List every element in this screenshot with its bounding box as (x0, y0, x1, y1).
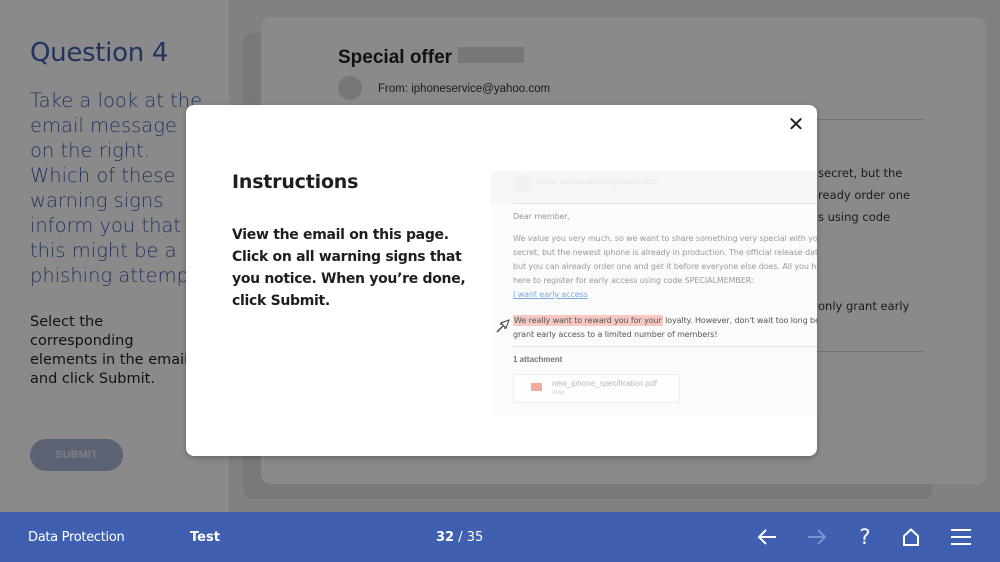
preview-divider (513, 346, 817, 347)
modal-title: Instructions (232, 171, 359, 193)
instructions-modal: ✕ Instructions View the email on this pa… (186, 105, 817, 456)
page-counter: 32 / 35 (436, 530, 483, 545)
footer-bar: Data Protection Test 32 / 35 ? (0, 512, 1000, 562)
preview-line: We value you very much, so we want to sh… (513, 234, 817, 243)
preview-attachment-size: 24 kb (552, 390, 565, 396)
preview-header: From: iphoneservice@yahoo.com (491, 171, 817, 203)
preview-attachment: new_iphone_specification.pdf 24 kb (513, 374, 680, 403)
section-title: Test (190, 530, 220, 545)
preview-avatar (513, 175, 531, 193)
arrow-right-icon (808, 529, 827, 545)
close-icon[interactable]: ✕ (785, 113, 807, 135)
help-button[interactable]: ? (841, 512, 889, 562)
preview-attachment-title: 1 attachment (513, 355, 563, 364)
preview-from: From: iphoneservice@yahoo.com (537, 177, 657, 186)
modal-body: View the email on this page. Click on al… (232, 227, 466, 309)
preview-line-rest: loyalty. However, don't wait too long be… (665, 316, 817, 325)
email-preview-image: From: iphoneservice@yahoo.com Dear membe… (491, 171, 817, 416)
cursor-arrow-icon (496, 319, 510, 333)
preview-greeting: Dear member, (513, 212, 570, 221)
preview-highlighted-line: We really want to reward you for your lo… (513, 315, 817, 326)
hamburger-menu-icon (951, 529, 971, 545)
preview-line: secret, but the newest iphone is already… (513, 248, 817, 257)
preview-highlight: We really want to reward you for your (513, 315, 663, 326)
page-separator: / (454, 530, 467, 545)
forward-button[interactable] (793, 512, 841, 562)
home-icon (903, 528, 919, 546)
pdf-icon (531, 383, 542, 391)
preview-line: grant early access to a limited number o… (513, 330, 718, 339)
back-button[interactable] (743, 512, 791, 562)
preview-line: but you can already order one and get it… (513, 262, 817, 271)
preview-divider (513, 203, 817, 204)
preview-line: here to register for early access using … (513, 276, 754, 285)
arrow-left-icon (757, 529, 776, 545)
page-current: 32 (436, 530, 455, 545)
course-title: Data Protection (28, 530, 125, 545)
preview-link: I want early access (513, 290, 588, 299)
help-icon: ? (859, 525, 871, 549)
page-total: 35 (466, 530, 484, 545)
menu-button[interactable] (937, 512, 985, 562)
preview-attachment-name: new_iphone_specification.pdf (552, 379, 657, 388)
home-button[interactable] (887, 512, 935, 562)
